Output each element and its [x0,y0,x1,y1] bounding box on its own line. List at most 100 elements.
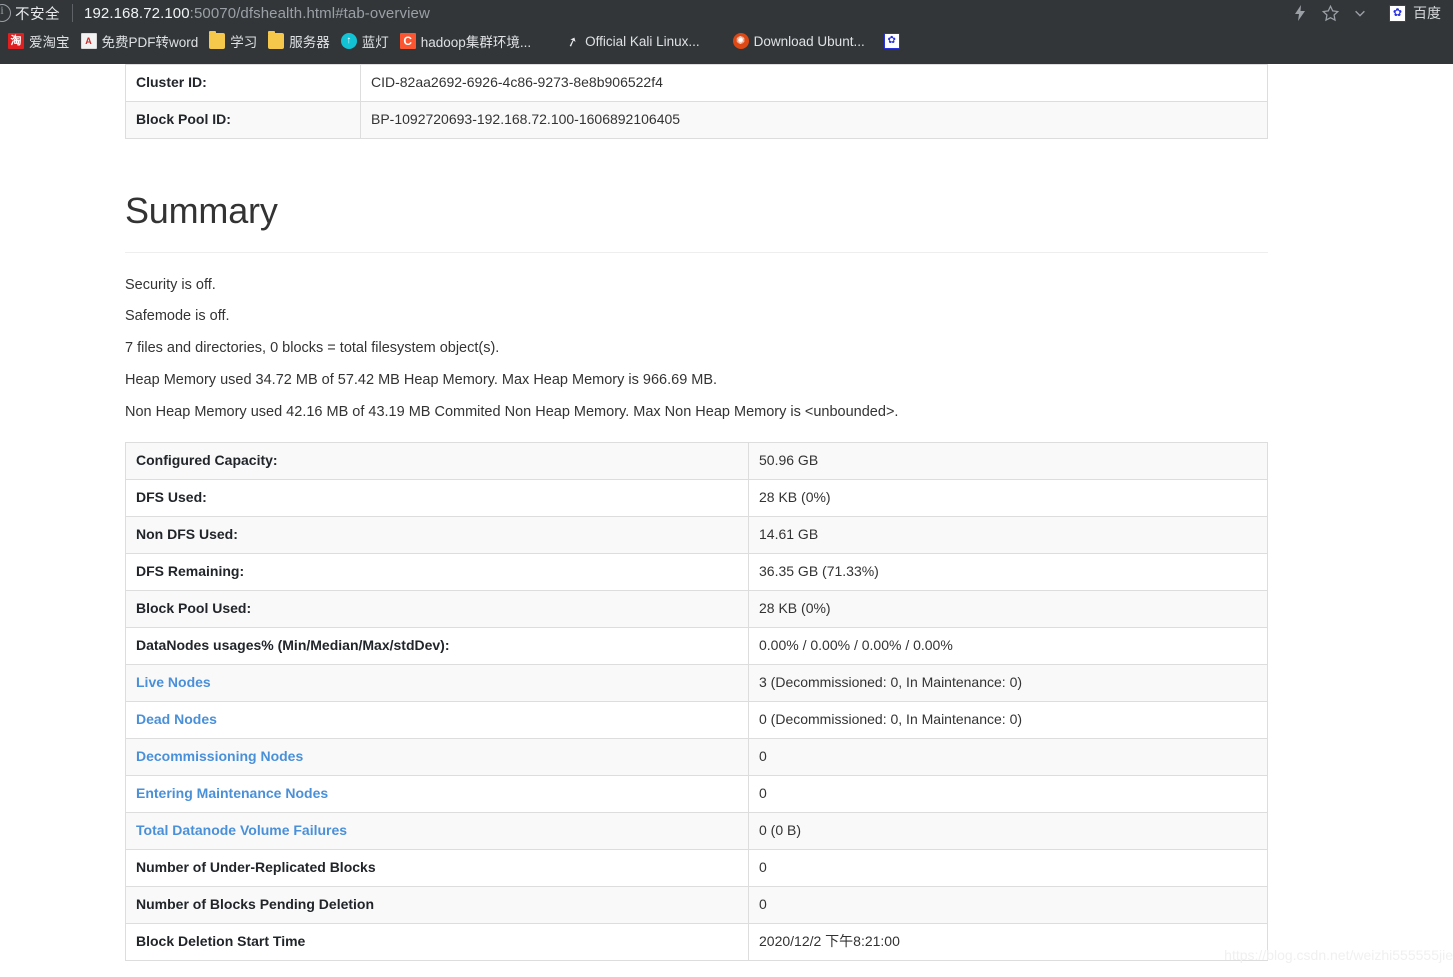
omnibox-right-group: ✿ 百度 [1285,0,1445,26]
bookmark-label: hadoop集群环境... [420,35,532,50]
row-label-blocks-pending-deletion: Number of Blocks Pending Deletion [125,886,749,925]
info-circle-icon[interactable] [0,3,11,22]
table-row: DFS Used: 28 KB (0%) [125,479,1268,518]
table-row: DFS Remaining: 36.35 GB (71.33%) [125,553,1268,592]
table-row: Entering Maintenance Nodes 0 [125,775,1268,814]
table-row: Configured Capacity: 50.96 GB [125,442,1268,481]
row-label-live-nodes: Live Nodes [125,664,749,703]
block-pool-id-label: Block Pool ID: [125,101,361,139]
summary-line-safemode: Safemode is off. [125,308,230,325]
link-dead-nodes[interactable]: Dead Nodes [136,711,217,727]
csdn-icon: C [399,33,416,49]
lightning-icon[interactable] [1285,1,1315,25]
bookmark-label: Official Kali Linux... [585,33,700,49]
link-live-nodes[interactable]: Live Nodes [136,674,211,690]
row-label-non-dfs-used: Non DFS Used: [125,516,749,555]
table-row: Number of Under-Replicated Blocks 0 [125,849,1268,888]
row-value-datanodes-usages: 0.00% / 0.00% / 0.00% / 0.00% [748,627,1268,666]
chevron-down-icon[interactable] [1345,1,1375,25]
row-value-live-nodes: 3 (Decommissioned: 0, In Maintenance: 0) [748,664,1268,703]
page-body: Cluster ID: CID-82aa2692-6926-4c86-9273-… [0,64,1453,977]
url-host: 192.168.72.100 [84,4,190,22]
row-label-dead-nodes: Dead Nodes [125,701,749,740]
bookmark-item-hadoop[interactable]: C hadoop集群环境... [396,29,538,53]
omnibox-left-group: 不安全 192.168.72.100:50070/dfshealth.html#… [0,0,430,26]
row-value-entering-maintenance-nodes: 0 [748,775,1268,814]
cluster-info-table: Cluster ID: CID-82aa2692-6926-4c86-9273-… [125,64,1268,139]
row-label-dfs-used: DFS Used: [125,479,749,518]
row-label-block-deletion-start-time: Block Deletion Start Time [125,923,749,962]
row-label-dfs-remaining: DFS Remaining: [125,553,749,592]
bookmark-item-kali[interactable]: ➚ Official Kali Linux... [560,29,707,53]
row-value-blocks-pending-deletion: 0 [748,886,1268,925]
pdf-icon: A [80,33,97,49]
baidu-paw-icon: ✿ [883,33,900,49]
summary-line-heap: Heap Memory used 34.72 MB of 57.42 MB He… [125,371,718,388]
summary-line-objects: 7 files and directories, 0 blocks = tota… [125,340,500,357]
table-row: Decommissioning Nodes 0 [125,738,1268,777]
summary-metrics-table: Configured Capacity: 50.96 GB DFS Used: … [125,442,1268,962]
table-row: Number of Blocks Pending Deletion 0 [125,886,1268,925]
link-decommissioning-nodes[interactable]: Decommissioning Nodes [136,748,303,764]
browser-chrome: 不安全 192.168.72.100:50070/dfshealth.html#… [0,0,1453,64]
content-container: Cluster ID: CID-82aa2692-6926-4c86-9273-… [0,64,1453,977]
row-value-configured-capacity: 50.96 GB [748,442,1268,481]
profile-chip[interactable]: ✿ 百度 [1385,3,1445,23]
row-label-under-replicated-blocks: Number of Under-Replicated Blocks [125,849,749,888]
table-row: Block Deletion Start Time 2020/12/2 下午8:… [125,923,1268,962]
bookmark-label: Download Ubunt... [753,33,865,49]
bookmark-item-lantern[interactable]: ↑ 蓝灯 [337,29,396,53]
page-title: Summary [125,190,278,231]
folder-icon [268,31,285,49]
profile-name-label: 百度 [1413,5,1441,21]
bookmark-item-study[interactable]: 学习 [205,29,264,53]
cluster-id-label: Cluster ID: [125,64,361,102]
bookmark-item-server[interactable]: 服务器 [264,29,337,53]
bookmark-label: 服务器 [289,35,330,50]
kali-dragon-icon: ➚ [564,32,580,50]
security-status-label: 不安全 [15,6,60,23]
bookmark-label: 学习 [230,35,258,50]
folder-icon [209,31,226,49]
cluster-id-value: CID-82aa2692-6926-4c86-9273-8e8b906522f4 [360,64,1268,102]
block-pool-id-value: BP-1092720693-192.168.72.100-16068921064… [360,101,1268,139]
row-value-dead-nodes: 0 (Decommissioned: 0, In Maintenance: 0) [748,701,1268,740]
row-value-block-pool-used: 28 KB (0%) [748,590,1268,629]
row-label-total-datanode-volume-failures: Total Datanode Volume Failures [125,812,749,851]
bookmark-item-taobao[interactable]: 淘 爱淘宝 [4,29,77,53]
table-row: Cluster ID: CID-82aa2692-6926-4c86-9273-… [125,64,1268,102]
table-row: Block Pool Used: 28 KB (0%) [125,590,1268,629]
url-text[interactable]: 192.168.72.100:50070/dfshealth.html#tab-… [84,5,430,22]
link-entering-maintenance-nodes[interactable]: Entering Maintenance Nodes [136,785,328,801]
summary-line-security: Security is off. [125,276,216,293]
star-icon[interactable] [1315,1,1345,25]
table-row: Total Datanode Volume Failures 0 (0 B) [125,812,1268,851]
row-value-non-dfs-used: 14.61 GB [748,516,1268,555]
baidu-paw-icon: ✿ [1389,4,1406,22]
row-value-under-replicated-blocks: 0 [748,849,1268,888]
taobao-icon: 淘 [8,33,24,49]
table-row: Non DFS Used: 14.61 GB [125,516,1268,555]
bookmark-label: 爱淘宝 [29,35,70,50]
summary-line-nonheap: Non Heap Memory used 42.16 MB of 43.19 M… [125,403,899,420]
row-value-decommissioning-nodes: 0 [748,738,1268,777]
bookmark-label: 免费PDF转word [101,35,199,50]
bookmark-item-baidu[interactable]: ✿ [880,29,912,53]
bookmark-item-ubuntu[interactable]: ✺ Download Ubunt... [729,29,872,53]
table-row: DataNodes usages% (Min/Median/Max/stdDev… [125,627,1268,666]
omnibox-divider [72,4,73,22]
row-value-total-datanode-volume-failures: 0 (0 B) [748,812,1268,851]
row-label-datanodes-usages: DataNodes usages% (Min/Median/Max/stdDev… [125,627,749,666]
row-value-block-deletion-start-time: 2020/12/2 下午8:21:00 [748,923,1268,962]
omnibox[interactable]: 不安全 192.168.72.100:50070/dfshealth.html#… [0,0,1453,26]
table-row: Block Pool ID: BP-1092720693-192.168.72.… [125,101,1268,139]
bookmarks-bar: 淘 爱淘宝 A 免费PDF转word 学习 服务器 ↑ 蓝灯 C hadoop集… [0,26,1453,56]
table-row: Dead Nodes 0 (Decommissioned: 0, In Main… [125,701,1268,740]
link-total-datanode-volume-failures[interactable]: Total Datanode Volume Failures [136,822,347,838]
bookmark-item-pdf[interactable]: A 免费PDF转word [77,29,206,53]
row-label-block-pool-used: Block Pool Used: [125,590,749,629]
row-value-dfs-remaining: 36.35 GB (71.33%) [748,553,1268,592]
row-label-decommissioning-nodes: Decommissioning Nodes [125,738,749,777]
